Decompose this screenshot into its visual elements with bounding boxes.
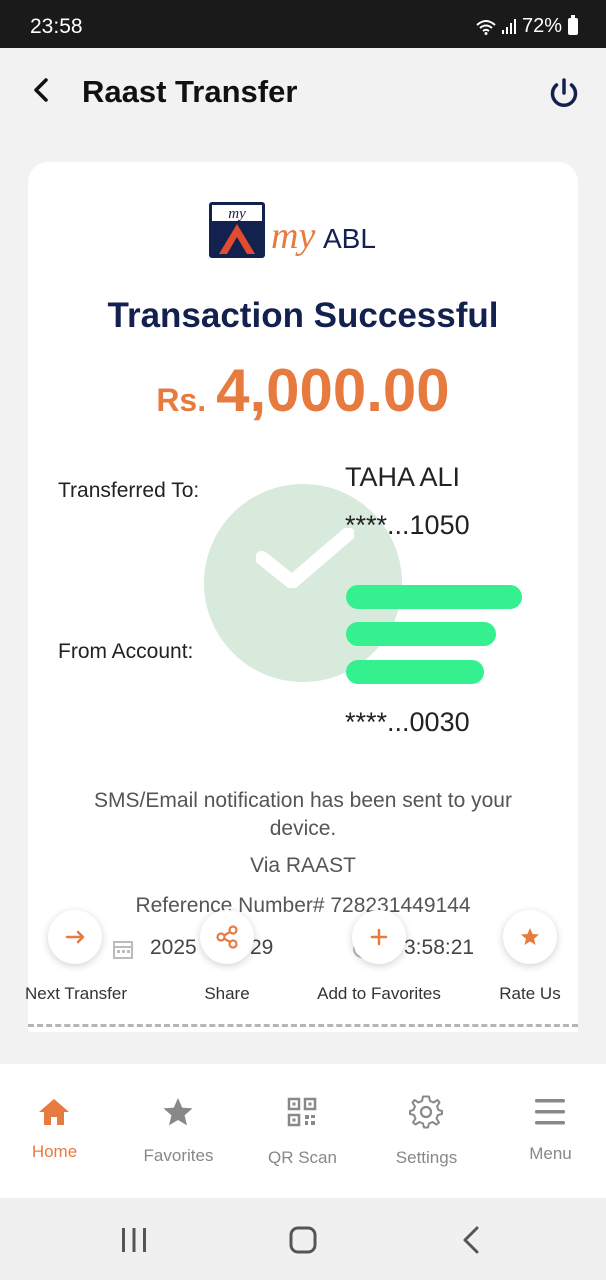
star-icon — [521, 928, 539, 945]
svg-text:ABL: ABL — [323, 223, 376, 254]
status-time: 23:58 — [30, 15, 83, 38]
amount-value: 4,000.00 — [216, 357, 450, 424]
reference-number: Reference Number# 728231449144 — [135, 894, 471, 917]
star-icon — [163, 1098, 193, 1126]
nav-menu[interactable]: Menu — [490, 1064, 606, 1198]
redaction-mark — [346, 622, 496, 646]
myabl-logo: my my ABL — [209, 202, 376, 258]
home-icon — [39, 1099, 69, 1125]
add-to-favorites-label[interactable]: Add to Favorites — [309, 982, 449, 1006]
redaction-mark — [346, 585, 522, 609]
nav-favorites[interactable]: Favorites — [118, 1064, 239, 1198]
recent-apps-icon[interactable] — [114, 1220, 154, 1260]
share-icon — [216, 925, 238, 949]
add-to-favorites-button[interactable] — [352, 910, 406, 964]
nav-favorites-label: Favorites — [143, 1146, 214, 1165]
nav-home-label: Home — [31, 1142, 78, 1161]
transferred-to-label: Transferred To: — [58, 479, 200, 502]
battery-icon — [568, 15, 578, 35]
signal-icon — [501, 18, 516, 34]
share-button[interactable] — [200, 910, 254, 964]
svg-text:my: my — [228, 206, 246, 222]
hamburger-icon — [535, 1099, 565, 1125]
qr-icon — [287, 1097, 317, 1127]
amount-row: Rs. 4,000.00 — [0, 356, 606, 425]
rate-us-label[interactable]: Rate Us — [460, 982, 600, 1006]
rate-us-button[interactable] — [503, 910, 557, 964]
date-fragment: 2025 — [150, 936, 197, 959]
status-icons: 72% — [476, 15, 578, 38]
power-icon[interactable] — [546, 76, 582, 112]
currency-label: Rs. — [156, 382, 207, 418]
nav-qr-scan[interactable]: QR Scan — [242, 1064, 363, 1198]
recipient-name: TAHA ALI — [345, 462, 461, 492]
battery-percent: 72% — [521, 15, 562, 37]
nav-menu-label: Menu — [529, 1144, 572, 1163]
back-nav-icon[interactable] — [452, 1220, 492, 1260]
svg-text:my: my — [271, 215, 315, 257]
time-fragment: 3:58:21 — [404, 936, 475, 959]
nav-qr-scan-label: QR Scan — [268, 1148, 337, 1167]
nav-home[interactable]: Home — [0, 1064, 115, 1198]
arrow-right-icon — [65, 930, 85, 944]
plus-icon — [370, 928, 388, 946]
nav-settings[interactable]: Settings — [366, 1064, 487, 1198]
system-nav-bar — [0, 1198, 606, 1280]
transaction-status: Transaction Successful — [107, 296, 499, 335]
chevron-left-icon — [34, 78, 48, 102]
page-title: Raast Transfer — [82, 74, 298, 109]
wifi-icon — [476, 19, 496, 35]
via-text: Via RAAST — [250, 854, 356, 877]
status-bar: 23:58 72% — [0, 0, 606, 48]
next-transfer-button[interactable] — [48, 910, 102, 964]
redaction-mark — [346, 660, 484, 684]
from-account-label: From Account: — [58, 640, 194, 663]
calendar-icon — [113, 941, 133, 959]
checkmark-icon — [256, 528, 354, 588]
from-account-number: ****...0030 — [345, 707, 470, 737]
home-button-icon[interactable] — [283, 1220, 323, 1260]
app-header: Raast Transfer — [0, 48, 606, 138]
back-button[interactable] — [24, 70, 64, 110]
next-transfer-label[interactable]: Next Transfer — [6, 982, 146, 1006]
gear-icon — [409, 1095, 443, 1129]
nav-settings-label: Settings — [395, 1148, 458, 1167]
recipient-account: ****...1050 — [345, 510, 470, 540]
bottom-nav: Home Favorites QR Scan Settings Menu — [0, 1064, 606, 1198]
receipt-dashed-edge — [28, 1024, 578, 1027]
share-label[interactable]: Share — [157, 982, 297, 1006]
notification-text: SMS/Email notification has been sent to … — [94, 789, 512, 840]
